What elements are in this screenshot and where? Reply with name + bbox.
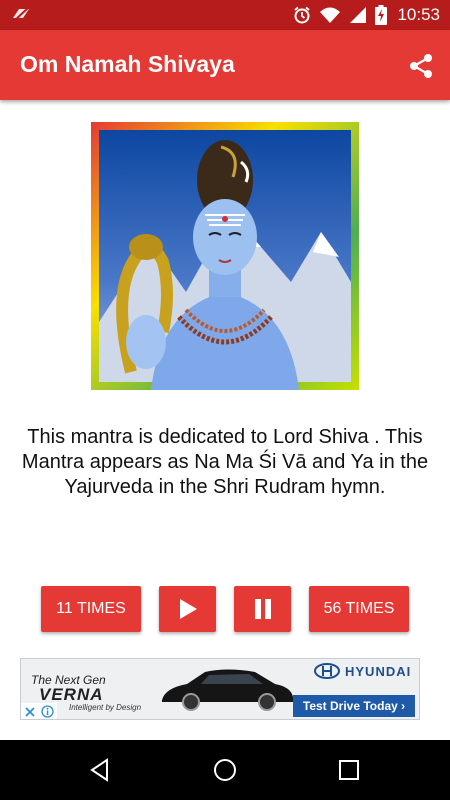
alarm-icon: [294, 6, 311, 24]
pause-button[interactable]: [234, 586, 291, 632]
battery-charging-icon: [375, 5, 388, 25]
clock: 10:53: [397, 5, 440, 24]
mantra-description: This mantra is dedicated to Lord Shiva .…: [21, 426, 429, 498]
notification-icon: [13, 7, 29, 22]
signal-icon: [350, 7, 367, 23]
share-icon[interactable]: [408, 53, 434, 79]
close-ad-icon[interactable]: [24, 706, 36, 718]
hyundai-logo-icon: [314, 663, 340, 679]
wifi-icon: [320, 7, 341, 23]
home-icon[interactable]: [212, 757, 238, 783]
info-icon[interactable]: [41, 705, 54, 718]
play-button[interactable]: [159, 586, 216, 632]
pause-icon: [254, 599, 271, 619]
play-11-times-label: 11 TIMES: [56, 600, 126, 617]
brand-name: HYUNDAI: [345, 663, 412, 679]
car-image: [162, 669, 293, 711]
app-title: Om Namah Shivaya: [20, 51, 235, 77]
recents-icon[interactable]: [338, 759, 360, 781]
ad-model-name: VERNA: [39, 685, 104, 704]
test-drive-button[interactable]: Test Drive Today ›: [293, 695, 415, 717]
ad-choices[interactable]: [21, 703, 57, 719]
brand-logo: HYUNDAI: [314, 663, 411, 679]
shiva-image: [91, 122, 359, 390]
play-11-times-button[interactable]: 11 TIMES: [41, 586, 141, 632]
navigation-bar: [0, 740, 450, 800]
play-icon: [179, 599, 197, 619]
status-bar: 10:53: [0, 0, 450, 30]
app-bar: Om Namah Shivaya: [0, 30, 450, 100]
play-56-times-button[interactable]: 56 TIMES: [309, 586, 409, 632]
back-icon[interactable]: [89, 758, 111, 782]
ad-tagline: Intelligent by Design: [69, 703, 142, 712]
ad-banner[interactable]: The Next Gen VERNA Intelligent by Design…: [20, 658, 420, 720]
play-56-times-label: 56 TIMES: [323, 600, 395, 617]
